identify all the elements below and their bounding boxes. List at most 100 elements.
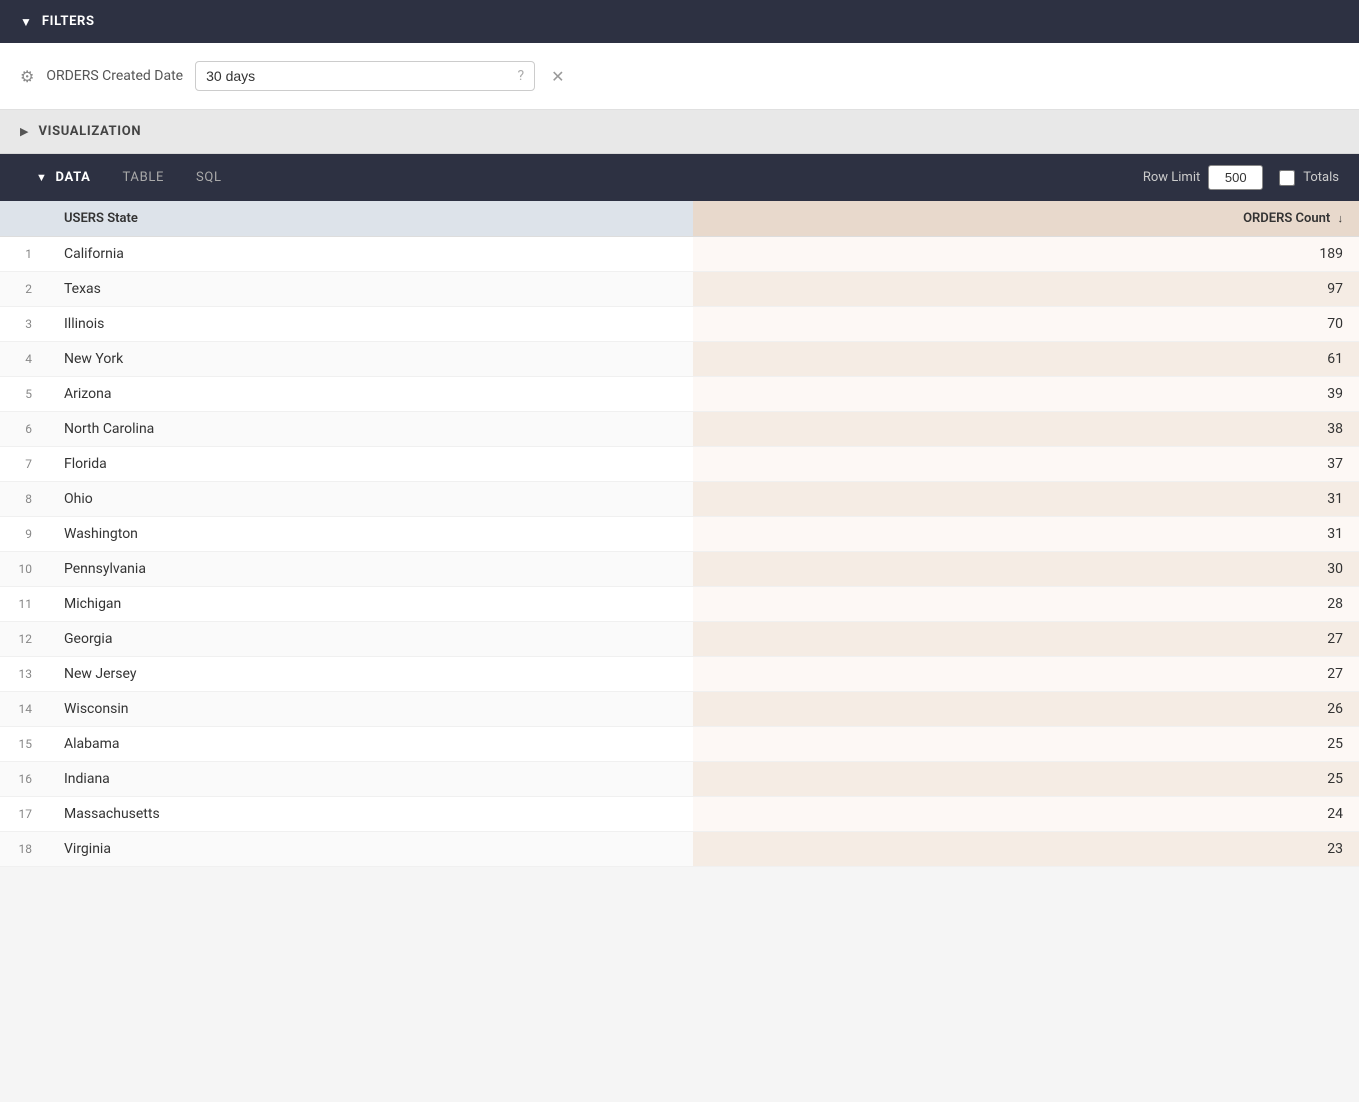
table-row: 2Texas97	[0, 272, 1359, 307]
col-header-count[interactable]: ORDERS Count ↓	[693, 201, 1359, 237]
cell-state: Indiana	[48, 762, 693, 797]
cell-count: 39	[693, 377, 1359, 412]
visualization-title: VISUALIZATION	[38, 124, 141, 139]
table-row: 3Illinois70	[0, 307, 1359, 342]
table-container: USERS State ORDERS Count ↓ 1California18…	[0, 201, 1359, 867]
filters-header[interactable]: ▼ FILTERS	[0, 0, 1359, 43]
cell-num: 12	[0, 622, 48, 657]
cell-state: Washington	[48, 517, 693, 552]
close-icon[interactable]: ✕	[547, 67, 564, 86]
table-row: 8Ohio31	[0, 482, 1359, 517]
tab-table[interactable]: TABLE	[107, 154, 180, 201]
cell-num: 10	[0, 552, 48, 587]
cell-num: 5	[0, 377, 48, 412]
cell-state: Illinois	[48, 307, 693, 342]
cell-count: 31	[693, 482, 1359, 517]
table-row: 5Arizona39	[0, 377, 1359, 412]
cell-count: 37	[693, 447, 1359, 482]
cell-num: 13	[0, 657, 48, 692]
filters-title: FILTERS	[42, 14, 95, 29]
cell-state: Texas	[48, 272, 693, 307]
row-limit-input[interactable]	[1208, 165, 1263, 190]
cell-num: 9	[0, 517, 48, 552]
data-section: ▼ DATA TABLE SQL Row Limit Totals USERS …	[0, 154, 1359, 867]
cell-num: 14	[0, 692, 48, 727]
cell-state: Pennsylvania	[48, 552, 693, 587]
col-count-label: ORDERS Count	[1243, 211, 1330, 226]
cell-num: 7	[0, 447, 48, 482]
cell-state: Wisconsin	[48, 692, 693, 727]
data-tab-label: DATA	[56, 170, 91, 185]
cell-count: 24	[693, 797, 1359, 832]
cell-state: Florida	[48, 447, 693, 482]
filter-date-input[interactable]	[206, 68, 509, 84]
totals-checkbox[interactable]	[1279, 170, 1295, 186]
table-row: 13New Jersey27	[0, 657, 1359, 692]
cell-num: 3	[0, 307, 48, 342]
cell-count: 30	[693, 552, 1359, 587]
cell-state: California	[48, 237, 693, 272]
cell-count: 61	[693, 342, 1359, 377]
cell-count: 26	[693, 692, 1359, 727]
col-header-state[interactable]: USERS State	[48, 201, 693, 237]
sql-tab-label: SQL	[196, 170, 222, 185]
cell-state: Virginia	[48, 832, 693, 867]
table-row: 6North Carolina38	[0, 412, 1359, 447]
gear-icon[interactable]: ⚙	[20, 67, 34, 86]
cell-num: 8	[0, 482, 48, 517]
cell-count: 27	[693, 657, 1359, 692]
table-tab-label: TABLE	[123, 170, 164, 185]
col-state-label: USERS State	[64, 211, 138, 226]
cell-state: Michigan	[48, 587, 693, 622]
cell-num: 6	[0, 412, 48, 447]
cell-state: Massachusetts	[48, 797, 693, 832]
visualization-section: ▶ VISUALIZATION	[0, 110, 1359, 154]
filters-section: ▼ FILTERS ⚙ ORDERS Created Date ? ✕	[0, 0, 1359, 110]
cell-num: 2	[0, 272, 48, 307]
row-limit-area: Row Limit	[1143, 165, 1263, 190]
help-icon[interactable]: ?	[517, 68, 524, 84]
cell-num: 16	[0, 762, 48, 797]
visualization-expand-arrow: ▶	[20, 125, 28, 138]
cell-num: 18	[0, 832, 48, 867]
cell-state: Ohio	[48, 482, 693, 517]
data-collapse-arrow: ▼	[36, 171, 48, 184]
cell-count: 31	[693, 517, 1359, 552]
cell-state: North Carolina	[48, 412, 693, 447]
cell-state: New York	[48, 342, 693, 377]
cell-count: 25	[693, 727, 1359, 762]
cell-count: 28	[693, 587, 1359, 622]
tab-data[interactable]: ▼ DATA	[20, 154, 107, 201]
table-row: 18Virginia23	[0, 832, 1359, 867]
filter-input-wrapper: ?	[195, 61, 535, 91]
table-row: 11Michigan28	[0, 587, 1359, 622]
tab-sql[interactable]: SQL	[180, 154, 238, 201]
table-row: 10Pennsylvania30	[0, 552, 1359, 587]
cell-count: 25	[693, 762, 1359, 797]
cell-num: 1	[0, 237, 48, 272]
data-header: ▼ DATA TABLE SQL Row Limit Totals	[0, 154, 1359, 201]
cell-state: New Jersey	[48, 657, 693, 692]
table-row: 4New York61	[0, 342, 1359, 377]
cell-state: Alabama	[48, 727, 693, 762]
row-limit-label: Row Limit	[1143, 170, 1200, 185]
cell-num: 17	[0, 797, 48, 832]
table-row: 12Georgia27	[0, 622, 1359, 657]
cell-num: 4	[0, 342, 48, 377]
sort-desc-icon: ↓	[1338, 212, 1344, 225]
cell-count: 23	[693, 832, 1359, 867]
cell-num: 15	[0, 727, 48, 762]
table-row: 17Massachusetts24	[0, 797, 1359, 832]
table-row: 15Alabama25	[0, 727, 1359, 762]
filters-collapse-arrow: ▼	[20, 15, 32, 29]
visualization-header[interactable]: ▶ VISUALIZATION	[0, 110, 1359, 154]
totals-area: Totals	[1279, 170, 1339, 186]
filters-body: ⚙ ORDERS Created Date ? ✕	[0, 43, 1359, 110]
table-row: 16Indiana25	[0, 762, 1359, 797]
cell-count: 38	[693, 412, 1359, 447]
totals-label: Totals	[1303, 170, 1339, 185]
table-row: 1California189	[0, 237, 1359, 272]
col-header-num	[0, 201, 48, 237]
cell-count: 70	[693, 307, 1359, 342]
cell-num: 11	[0, 587, 48, 622]
